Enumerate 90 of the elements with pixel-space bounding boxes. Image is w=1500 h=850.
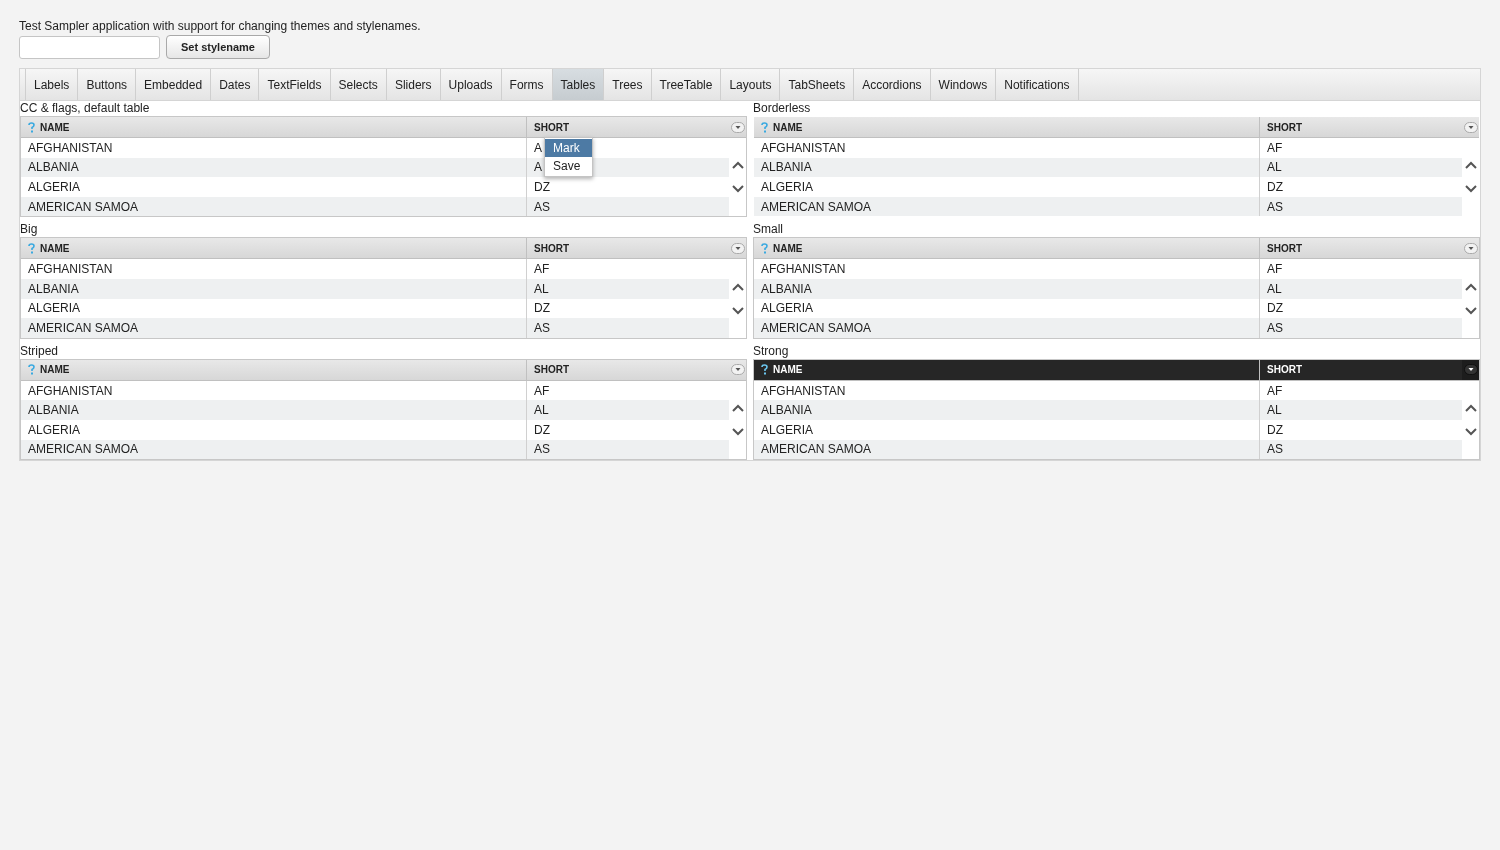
menu-item[interactable]: Mark: [545, 139, 592, 157]
table-cell: AMERICAN SAMOA: [28, 320, 138, 335]
scroll-up-icon[interactable]: [1464, 403, 1477, 412]
scroll-up-icon[interactable]: [1464, 161, 1477, 170]
table-cell: AL: [534, 281, 549, 296]
column-header[interactable]: NAME: [754, 238, 1259, 259]
table-cell: DZ: [1267, 301, 1283, 316]
table-cell: AF: [1267, 383, 1283, 398]
table-cell: AF: [534, 383, 550, 398]
table-cell: AS: [534, 320, 550, 335]
table-cell: ALGERIA: [28, 180, 81, 194]
help-icon: [761, 121, 768, 133]
table-cell: AMERICAN SAMOA: [28, 199, 138, 214]
column-menu-icon[interactable]: [730, 364, 745, 376]
table-caption: Striped: [20, 343, 60, 359]
scroll-down-icon[interactable]: [731, 427, 744, 436]
stylename-field[interactable]: [19, 35, 160, 59]
table-cell: AFGHANISTAN: [761, 262, 846, 277]
column-header[interactable]: NAME: [21, 359, 526, 380]
table-cell: AMERICAN SAMOA: [761, 442, 871, 457]
column-header[interactable]: NAME: [754, 359, 1259, 380]
help-icon: [28, 364, 35, 376]
scroll-up-icon[interactable]: [1464, 282, 1477, 291]
scroll-down-icon[interactable]: [1464, 306, 1477, 315]
table-cell: ALBANIA: [28, 281, 79, 296]
table-cell: DZ: [534, 301, 550, 316]
table-cell: A: [534, 140, 542, 155]
table-cell: AF: [534, 262, 550, 277]
scroll-up-icon[interactable]: [731, 282, 744, 291]
table-cell: DZ: [534, 180, 550, 194]
table-cell: AFGHANISTAN: [28, 383, 113, 398]
table-cell: AMERICAN SAMOA: [761, 199, 871, 214]
scroll-down-icon[interactable]: [1464, 185, 1477, 194]
table-cell: AL: [1267, 160, 1282, 175]
table-cell: ALGERIA: [761, 301, 814, 316]
table-cell: AF: [1267, 262, 1283, 277]
table-cell: DZ: [534, 422, 550, 437]
table-cell: AFGHANISTAN: [761, 140, 846, 155]
table-cell: ALBANIA: [761, 281, 812, 296]
help-icon: [761, 364, 768, 376]
table-cell: AL: [1267, 281, 1282, 296]
scroll-up-icon[interactable]: [731, 403, 744, 412]
tab[interactable]: Tables: [551, 69, 604, 100]
column-menu-icon[interactable]: [1463, 121, 1478, 133]
column-menu-icon[interactable]: [730, 242, 745, 254]
scroll-up-icon[interactable]: [731, 161, 744, 170]
table-cell: DZ: [1267, 422, 1283, 437]
table-caption: Small: [753, 222, 784, 238]
table-cell: AFGHANISTAN: [28, 140, 113, 155]
table-cell: A: [534, 160, 542, 175]
table-cell: AS: [1267, 442, 1283, 457]
table-cell: AS: [534, 199, 550, 214]
column-header[interactable]: NAME: [21, 117, 526, 137]
table-cell: ALBANIA: [761, 403, 812, 418]
table-cell: AMERICAN SAMOA: [28, 442, 138, 457]
scroll-down-icon[interactable]: [731, 306, 744, 315]
intro-text: Test Sampler application with support for changing themes and stylenames.: [19, 18, 422, 34]
table-cell: AFGHANISTAN: [761, 383, 846, 398]
table-cell: ALGERIA: [761, 180, 814, 194]
table-cell: AL: [534, 403, 549, 418]
table-cell: AF: [1267, 140, 1283, 155]
table-caption: Big: [20, 222, 39, 238]
column-header[interactable]: NAME: [754, 117, 1259, 137]
table-cell: AL: [1267, 403, 1282, 418]
table-cell: AFGHANISTAN: [28, 262, 113, 277]
set-stylename-button[interactable]: Set stylename: [166, 35, 270, 59]
column-menu-icon[interactable]: [1463, 242, 1478, 254]
help-icon: [28, 242, 35, 254]
table-caption: CC & flags, default table: [20, 101, 151, 116]
table-caption: Borderless: [753, 101, 812, 116]
table-cell: ALBANIA: [28, 160, 79, 175]
help-icon: [761, 242, 768, 254]
scroll-down-icon[interactable]: [1464, 427, 1477, 436]
table-cell: ALGERIA: [28, 301, 81, 316]
table-cell: ALBANIA: [28, 403, 79, 418]
help-icon: [28, 121, 35, 133]
table-cell: ALBANIA: [761, 160, 812, 175]
scroll-down-icon[interactable]: [731, 185, 744, 194]
table-cell: AMERICAN SAMOA: [761, 320, 871, 335]
column-menu-icon[interactable]: [730, 121, 745, 133]
column-header[interactable]: NAME: [21, 238, 526, 259]
table-cell: DZ: [1267, 180, 1283, 194]
table-cell: ALGERIA: [28, 422, 81, 437]
table-cell: AS: [534, 442, 550, 457]
column-menu-icon[interactable]: [1463, 364, 1478, 376]
table-caption: Strong: [753, 343, 790, 359]
menu-item[interactable]: Save: [545, 157, 592, 175]
table-cell: ALGERIA: [761, 422, 814, 437]
table-cell: AS: [1267, 320, 1283, 335]
table-cell: AS: [1267, 199, 1283, 214]
